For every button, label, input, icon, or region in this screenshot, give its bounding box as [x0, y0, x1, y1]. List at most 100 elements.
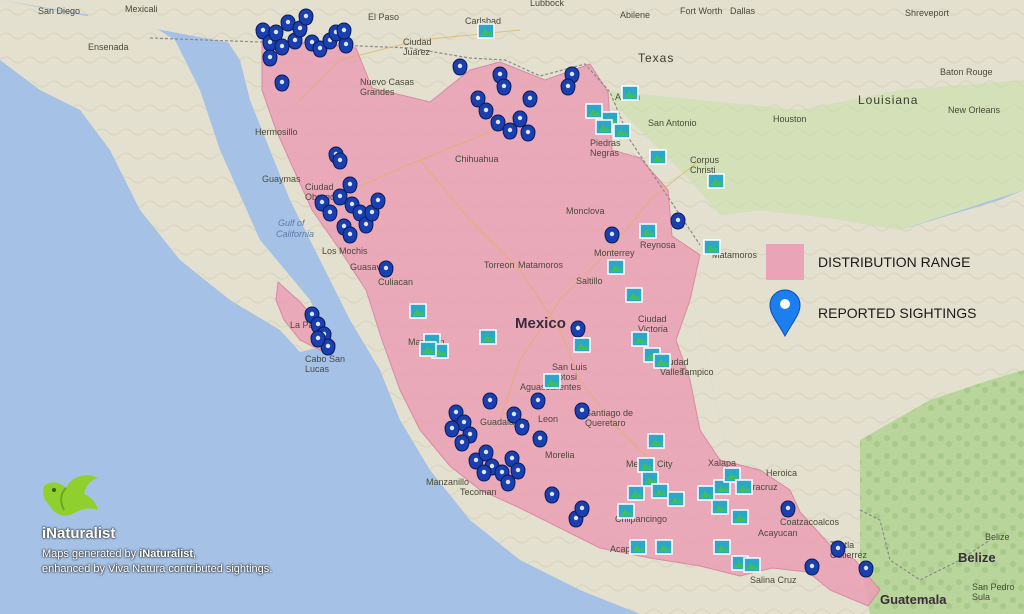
sighting-pin[interactable]: [496, 78, 512, 96]
sighting-pin[interactable]: [522, 90, 538, 108]
sighting-pin[interactable]: [338, 36, 354, 54]
sighting-pin[interactable]: [262, 49, 278, 67]
sighting-pin[interactable]: [512, 110, 528, 128]
brand-line-1: Maps generated by iNaturalist,: [42, 548, 197, 560]
sighting-pin[interactable]: [342, 226, 358, 244]
sighting-photo[interactable]: [639, 223, 657, 239]
sighting-photo[interactable]: [655, 539, 673, 555]
sighting-pin[interactable]: [574, 402, 590, 420]
sighting-pin[interactable]: [332, 152, 348, 170]
bird-icon: [43, 475, 98, 516]
country-label-guatemala: Guatemala: [880, 592, 947, 607]
sighting-pin[interactable]: [858, 560, 874, 578]
sighting-photo[interactable]: [735, 479, 753, 495]
city-label-houston: Houston: [773, 114, 807, 124]
city-label-ciudad-juarez: Ciudad: [403, 37, 432, 47]
sighting-pin[interactable]: [532, 430, 548, 448]
city-label-san-pedro-sula: San Pedro: [972, 582, 1015, 592]
sighting-photo[interactable]: [409, 303, 427, 319]
sighting-pin[interactable]: [478, 102, 494, 120]
city-label-baton-rouge: Baton Rouge: [940, 67, 993, 77]
sighting-pin[interactable]: [520, 124, 536, 142]
sighting-photo[interactable]: [617, 503, 635, 519]
sighting-pin[interactable]: [322, 204, 338, 222]
sighting-photo[interactable]: [573, 337, 591, 353]
sighting-photo[interactable]: [629, 539, 647, 555]
sighting-photo[interactable]: [479, 329, 497, 345]
sighting-pin[interactable]: [780, 500, 796, 518]
sighting-photo[interactable]: [707, 173, 725, 189]
sighting-pin[interactable]: [830, 540, 846, 558]
sighting-pin[interactable]: [500, 474, 516, 492]
sighting-photo[interactable]: [477, 23, 495, 39]
sighting-photo[interactable]: [585, 103, 603, 119]
sighting-pin[interactable]: [670, 212, 686, 230]
sighting-pin[interactable]: [530, 392, 546, 410]
city-label-tecoman: Tecoman: [460, 487, 497, 497]
sighting-pin[interactable]: [274, 74, 290, 92]
city-label-ensenada: Ensenada: [88, 42, 129, 52]
sighting-photo[interactable]: [613, 123, 631, 139]
distribution-range-swatch: [766, 244, 804, 280]
sighting-pin[interactable]: [310, 330, 326, 348]
sighting-photo[interactable]: [731, 509, 749, 525]
sighting-photo[interactable]: [697, 485, 715, 501]
sighting-pin[interactable]: [370, 192, 386, 210]
city-label-belize-city: Belize: [985, 532, 1010, 542]
sighting-photo[interactable]: [647, 433, 665, 449]
sighting-pin[interactable]: [298, 8, 314, 26]
sighting-pin[interactable]: [476, 464, 492, 482]
city-label-torreon: Torreon: [484, 260, 515, 270]
city-label-queretaro: Santiago de: [585, 408, 633, 418]
city-label-lubbock: Lubbock: [530, 0, 565, 8]
legend-label-sightings: REPORTED SIGHTINGS: [818, 305, 977, 321]
sighting-pin[interactable]: [336, 22, 352, 40]
sighting-pin[interactable]: [514, 418, 530, 436]
sighting-pin[interactable]: [444, 420, 460, 438]
sighting-photo[interactable]: [711, 499, 729, 515]
sighting-photo[interactable]: [649, 149, 667, 165]
sighting-photo[interactable]: [651, 483, 669, 499]
sighting-photo[interactable]: [627, 485, 645, 501]
city-label-corpus-christi: Corpus: [690, 155, 720, 165]
state-label-louisiana: Louisiana: [858, 93, 918, 107]
sighting-pin[interactable]: [544, 486, 560, 504]
sighting-pin[interactable]: [560, 78, 576, 96]
country-label-belize: Belize: [958, 550, 996, 565]
sighting-photo[interactable]: [667, 491, 685, 507]
sighting-pin[interactable]: [378, 260, 394, 278]
sighting-pin[interactable]: [482, 392, 498, 410]
sighting-pin[interactable]: [454, 434, 470, 452]
sighting-photo[interactable]: [625, 287, 643, 303]
sighting-pin[interactable]: [342, 176, 358, 194]
sighting-photo[interactable]: [637, 457, 655, 473]
city-label-monclova: Monclova: [566, 206, 605, 216]
sighting-photo[interactable]: [595, 119, 613, 135]
sighting-photo[interactable]: [419, 341, 437, 357]
brand-line-2: enhanced by Viva Natura contributed sigh…: [42, 563, 273, 575]
sighting-photo[interactable]: [543, 373, 561, 389]
city-label-los-mochis: Los Mochis: [322, 246, 368, 256]
sighting-pin[interactable]: [570, 320, 586, 338]
city-label-ciudad-juarez-1: Juarez: [403, 47, 431, 57]
sighting-photo[interactable]: [743, 557, 761, 573]
sighting-photo[interactable]: [703, 239, 721, 255]
legend-row-sightings: REPORTED SIGHTINGS: [766, 288, 976, 338]
sighting-pin[interactable]: [574, 500, 590, 518]
city-label-reynosa: Reynosa: [640, 240, 676, 250]
sighting-photo[interactable]: [621, 85, 639, 101]
city-label-nuevo-casas-grandes: Nuevo Casas: [360, 77, 415, 87]
legend-label-distribution: DISTRIBUTION RANGE: [818, 254, 971, 270]
city-label-culiacan: Culiacan: [378, 277, 413, 287]
city-label-saltillo: Saltillo: [576, 276, 603, 286]
brand-name: iNaturalist: [42, 525, 116, 542]
sighting-photo[interactable]: [713, 539, 731, 555]
sighting-photo[interactable]: [653, 353, 671, 369]
sighting-photo[interactable]: [607, 259, 625, 275]
sighting-pin[interactable]: [604, 226, 620, 244]
sighting-pin[interactable]: [274, 38, 290, 56]
sighting-pin[interactable]: [452, 58, 468, 76]
sighting-pin[interactable]: [804, 558, 820, 576]
sighting-photo[interactable]: [631, 331, 649, 347]
city-label-san-pedro-sula-1: Sula: [972, 592, 990, 602]
